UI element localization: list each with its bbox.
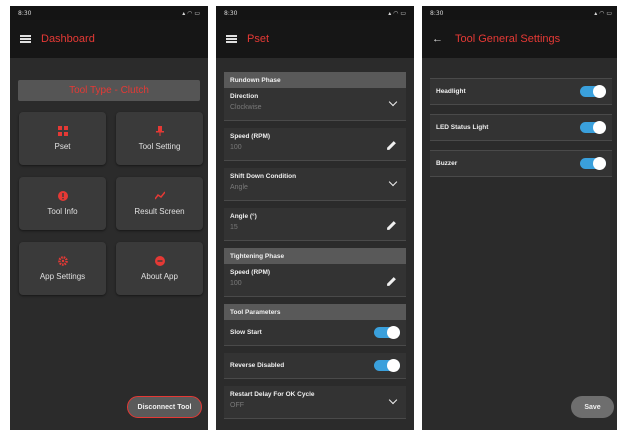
status-icons: ▴ ◠ ▭ <box>182 9 200 17</box>
status-icons: ▴ ◠ ▭ <box>388 9 406 17</box>
tile-label: Result Screen <box>134 207 185 216</box>
tool-type-banner: Tool Type - Clutch <box>18 80 200 101</box>
back-arrow-icon[interactable]: ← <box>432 33 443 45</box>
tile-label: About App <box>141 272 178 281</box>
section-header: Tool Parameters <box>224 304 406 320</box>
menu-icon[interactable] <box>20 35 31 43</box>
toggle-label: Reverse Disabled <box>230 362 285 369</box>
slow-start-row: Slow Start <box>224 320 406 346</box>
app-bar: Pset <box>216 20 414 58</box>
menu-icon[interactable] <box>226 35 237 43</box>
pset-screen: 8:30 ▴ ◠ ▭ Pset Rundown Phase Direction … <box>216 6 414 430</box>
section-header: Rundown Phase <box>224 72 406 88</box>
field-label: Speed (RPM) <box>230 133 271 140</box>
field-value: OFF <box>230 402 244 409</box>
buzzer-row: Buzzer <box>430 150 612 177</box>
section-header: Tightening Phase <box>224 248 406 264</box>
edit-icon[interactable] <box>386 220 397 231</box>
shift-down-select[interactable]: Shift Down Condition Angle <box>224 168 406 201</box>
tool-settings-screen: 8:30 ▴ ◠ ▭ ← Tool General Settings Headl… <box>422 6 617 430</box>
dashboard-screen: 8:30 ▴ ◠ ▭ Dashboard Tool Type - Clutch … <box>10 6 208 430</box>
tile-label: Tool Info <box>47 207 78 216</box>
field-value: 15 <box>230 224 238 231</box>
led-status-light-toggle[interactable] <box>580 121 606 134</box>
info-icon <box>57 191 68 201</box>
field-label: Angle (°) <box>230 213 257 220</box>
status-time: 8:30 <box>224 9 238 17</box>
pin-icon <box>155 126 164 136</box>
field-label: Shift Down Condition <box>230 173 297 180</box>
headlight-toggle[interactable] <box>580 85 606 98</box>
page-title: Dashboard <box>41 33 95 45</box>
speed-rundown-field[interactable]: Speed (RPM) 100 <box>224 128 406 161</box>
status-bar: 8:30 ▴ ◠ ▭ <box>10 6 208 20</box>
disconnect-tool-button[interactable]: Disconnect Tool <box>127 396 202 418</box>
slow-start-toggle[interactable] <box>374 326 400 339</box>
dashboard-grid: Pset Tool Setting Tool Info Result Scree… <box>19 112 208 295</box>
result-screen-tile[interactable]: Result Screen <box>116 177 203 230</box>
led-status-light-row: LED Status Light <box>430 114 612 141</box>
headlight-row: Headlight <box>430 78 612 105</box>
page-title: Tool General Settings <box>455 33 561 45</box>
app-settings-tile[interactable]: App Settings <box>19 242 106 295</box>
gear-icon <box>57 256 68 266</box>
angle-field[interactable]: Angle (°) 15 <box>224 208 406 241</box>
edit-icon[interactable] <box>386 140 397 151</box>
tool-info-tile[interactable]: Tool Info <box>19 177 106 230</box>
tile-label: Pset <box>54 142 71 151</box>
buzzer-toggle[interactable] <box>580 157 606 170</box>
trend-icon <box>154 191 165 200</box>
app-bar: ← Tool General Settings <box>422 20 617 58</box>
pset-tile[interactable]: Pset <box>19 112 106 165</box>
about-icon <box>154 256 165 266</box>
status-icons: ▴ ◠ ▭ <box>594 9 612 17</box>
tile-label: Tool Setting <box>138 142 181 151</box>
field-value: 100 <box>230 280 242 287</box>
edit-icon[interactable] <box>386 276 397 287</box>
direction-select[interactable]: Direction Clockwise <box>224 88 406 121</box>
app-bar: Dashboard <box>10 20 208 58</box>
save-button[interactable]: Save <box>571 396 614 418</box>
field-label: Speed (RPM) <box>230 269 271 276</box>
settings-list: Headlight LED Status Light Buzzer <box>422 58 617 177</box>
status-time: 8:30 <box>430 9 444 17</box>
status-bar: 8:30 ▴ ◠ ▭ <box>422 6 617 20</box>
tool-setting-tile[interactable]: Tool Setting <box>116 112 203 165</box>
status-time: 8:30 <box>18 9 32 17</box>
reverse-disabled-toggle[interactable] <box>374 359 400 372</box>
pset-form: Rundown Phase Direction Clockwise Speed … <box>216 58 414 419</box>
page-title: Pset <box>247 33 270 45</box>
field-label: Direction <box>230 93 259 100</box>
setting-label: Headlight <box>436 88 466 95</box>
reverse-disabled-row: Reverse Disabled <box>224 353 406 379</box>
speed-tightening-field[interactable]: Speed (RPM) 100 <box>224 264 406 297</box>
toggle-label: Slow Start <box>230 329 262 336</box>
tile-label: App Settings <box>39 272 86 281</box>
field-value: Clockwise <box>230 104 262 111</box>
field-value: 100 <box>230 144 242 151</box>
setting-label: LED Status Light <box>436 124 489 131</box>
about-app-tile[interactable]: About App <box>116 242 203 295</box>
grid-icon <box>57 126 68 136</box>
restart-delay-select[interactable]: Restart Delay For OK Cycle OFF <box>224 386 406 419</box>
setting-label: Buzzer <box>436 160 458 167</box>
field-value: Angle <box>230 184 248 191</box>
field-label: Restart Delay For OK Cycle <box>230 391 315 398</box>
status-bar: 8:30 ▴ ◠ ▭ <box>216 6 414 20</box>
